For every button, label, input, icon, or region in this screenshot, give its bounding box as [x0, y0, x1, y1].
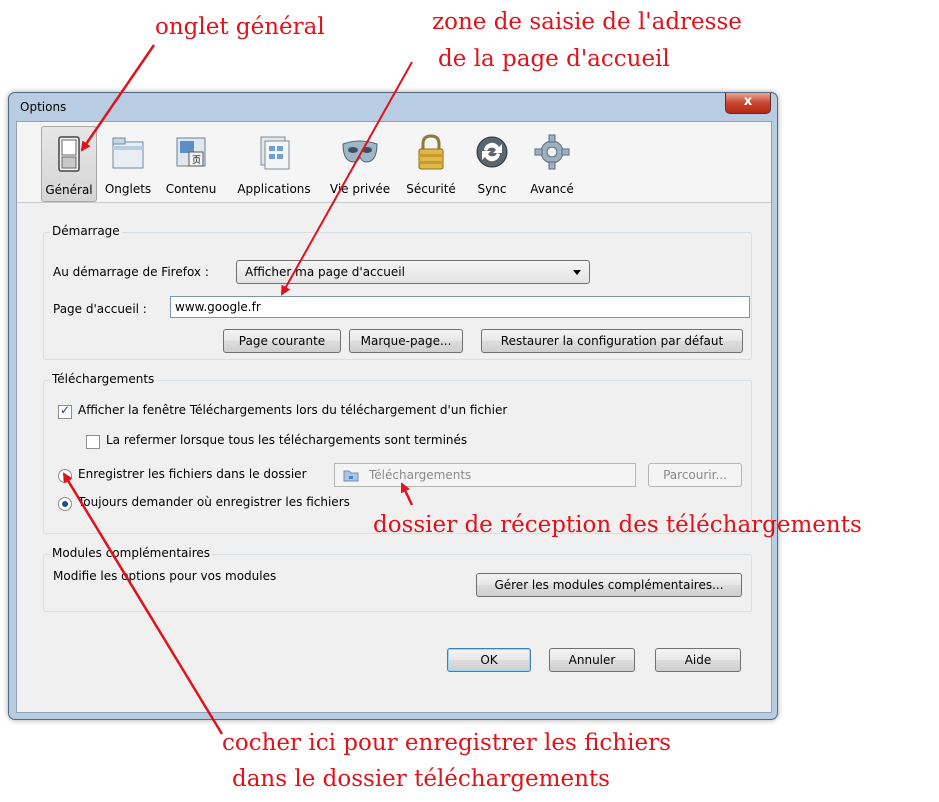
tab-onglets-label: Onglets — [104, 182, 152, 196]
downloads-group: Téléchargements Afficher la fenêtre Télé… — [43, 372, 752, 534]
chevron-down-icon — [573, 270, 581, 275]
download-folder-name: Téléchargements — [369, 468, 472, 482]
annotation-address-zone-line1: zone de saisie de l'adresse — [432, 9, 742, 35]
tab-avance-label: Avancé — [530, 182, 574, 196]
manage-addons-button[interactable]: Gérer les modules complémentaires... — [476, 573, 742, 597]
options-window: Options x Général Onglets 页 Contenu Appl… — [8, 92, 778, 720]
restore-default-button[interactable]: Restaurer la configuration par défaut — [481, 329, 743, 353]
tab-contenu[interactable]: 页 Contenu — [161, 126, 221, 200]
tab-sync[interactable]: Sync — [467, 126, 517, 200]
addons-description: Modifie les options pour vos modules — [53, 569, 277, 583]
ok-button[interactable]: OK — [447, 648, 531, 672]
mask-icon — [342, 140, 378, 163]
addons-group: Modules complémentaires Modifie les opti… — [43, 546, 752, 612]
close-when-done-checkbox[interactable] — [86, 435, 100, 449]
tab-general[interactable]: Général — [41, 126, 97, 202]
title-bar[interactable]: Options x — [9, 93, 777, 121]
annotation-check-here-line2: dans le dossier téléchargements — [232, 766, 610, 792]
tab-onglets[interactable]: Onglets — [101, 126, 155, 200]
home-page-label: Page d'accueil : — [53, 302, 147, 316]
gear-icon — [534, 134, 570, 170]
tab-applications[interactable]: Applications — [229, 126, 319, 200]
show-downloads-window-checkbox[interactable] — [58, 403, 72, 419]
on-start-select-value: Afficher ma page d'accueil — [245, 265, 405, 279]
browse-button[interactable]: Parcourir... — [648, 463, 742, 487]
content-icon: 页 — [176, 137, 206, 167]
addons-group-title: Modules complémentaires — [50, 546, 213, 560]
dialog-client-area: Général Onglets 页 Contenu Applications V… — [16, 121, 772, 713]
tab-applications-label: Applications — [237, 182, 311, 196]
lock-icon — [418, 134, 444, 170]
tab-securite-label: Sécurité — [406, 182, 456, 196]
switch-icon — [58, 136, 80, 172]
tab-vie-privee-label: Vie privée — [329, 182, 391, 196]
window-title: Options — [20, 100, 67, 114]
show-downloads-window-label: Afficher la fenêtre Téléchargements lors… — [78, 403, 508, 417]
category-toolbar: Général Onglets 页 Contenu Applications V… — [17, 122, 771, 203]
on-start-label: Au démarrage de Firefox : — [53, 265, 209, 279]
sync-icon — [476, 136, 508, 168]
downloads-group-title: Téléchargements — [50, 372, 157, 386]
save-to-folder-label: Enregistrer les fichiers dans le dossier — [78, 467, 307, 481]
annotation-download-folder: dossier de réception des téléchargements — [373, 512, 862, 538]
cancel-button[interactable]: Annuler — [549, 648, 635, 672]
annotation-address-zone-line2: de la page d'accueil — [438, 46, 670, 72]
tab-avance[interactable]: Avancé — [523, 126, 581, 200]
tab-vie-privee[interactable]: Vie privée — [325, 126, 395, 200]
current-page-button[interactable]: Page courante — [223, 329, 341, 353]
tab-securite[interactable]: Sécurité — [401, 126, 461, 200]
help-button[interactable]: Aide — [655, 648, 741, 672]
always-ask-label: Toujours demander où enregistrer les fic… — [78, 495, 350, 509]
tab-sync-label: Sync — [477, 182, 507, 196]
tabs-icon — [112, 137, 144, 169]
svg-text:页: 页 — [192, 155, 201, 166]
applications-icon — [260, 136, 290, 170]
save-to-folder-radio[interactable] — [58, 469, 72, 483]
tab-contenu-label: Contenu — [165, 182, 217, 196]
folder-icon — [343, 470, 359, 482]
bookmark-button[interactable]: Marque-page... — [349, 329, 463, 353]
always-ask-radio[interactable] — [58, 497, 72, 511]
startup-group: Démarrage Au démarrage de Firefox : Affi… — [43, 224, 752, 360]
on-start-select[interactable]: Afficher ma page d'accueil — [236, 260, 590, 284]
annotation-tab-general: onglet général — [155, 14, 325, 40]
annotation-check-here-line1: cocher ici pour enregistrer les fichiers — [222, 730, 671, 756]
download-folder-field[interactable]: Téléchargements — [334, 463, 636, 487]
home-page-input[interactable] — [170, 296, 750, 318]
close-button[interactable]: x — [725, 93, 771, 114]
startup-group-title: Démarrage — [50, 224, 122, 238]
close-when-done-label: La refermer lorsque tous les téléchargem… — [106, 433, 468, 447]
tab-general-label: Général — [45, 183, 93, 197]
